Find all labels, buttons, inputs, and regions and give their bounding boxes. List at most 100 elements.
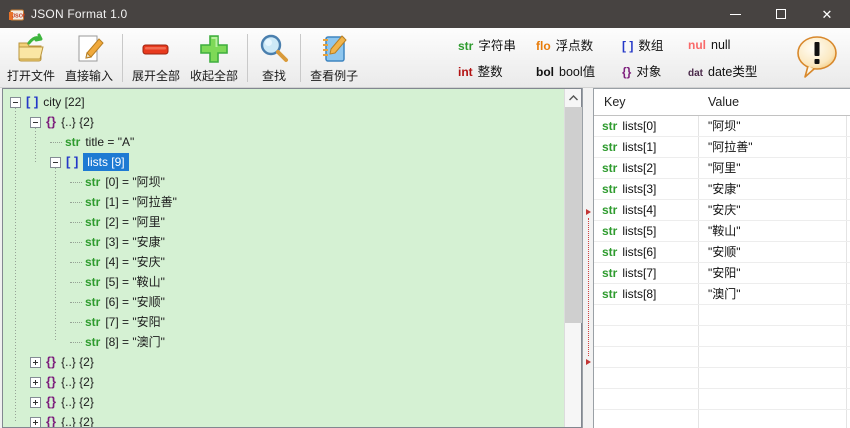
table-row[interactable]: str lists[6] "安顺" xyxy=(594,242,850,263)
type-tag: str xyxy=(602,161,618,175)
table-row[interactable]: str lists[2] "阿里" xyxy=(594,158,850,179)
legend-type-tag: dat xyxy=(688,68,703,79)
type-tag: str xyxy=(85,275,101,289)
type-legend: str 字符串 flo 浮点数 [ ] 数组 nul null int 整数 bol bool值 {} 对… xyxy=(458,32,780,84)
type-tag: str xyxy=(85,175,101,189)
expand-all-icon xyxy=(140,32,172,66)
tree-node-label: [7] = "安阳" xyxy=(105,315,165,329)
tree-node[interactable]: str [7] = "安阳" xyxy=(3,312,564,332)
scroll-up-icon[interactable] xyxy=(565,89,581,106)
value-cell: "澳门" xyxy=(708,287,741,301)
table-row[interactable]: str lists[4] "安庆" xyxy=(594,200,850,221)
splitter-arrow-icon xyxy=(586,359,591,365)
table-empty-row xyxy=(594,347,850,368)
expand-box-icon[interactable] xyxy=(30,397,41,409)
toolbar-separator xyxy=(300,33,302,82)
table-row[interactable]: str lists[7] "安阳" xyxy=(594,263,850,284)
panel-splitter[interactable] xyxy=(582,88,594,428)
key-cell: str lists[3] xyxy=(602,179,656,200)
type-tag: str xyxy=(85,335,101,349)
open-file-button[interactable]: 打开文件 xyxy=(2,30,60,86)
collapse-all-button[interactable]: 收起全部 xyxy=(185,30,243,86)
key-text: lists[7] xyxy=(622,266,657,280)
type-tag: str xyxy=(602,266,618,280)
tree-scrollbar[interactable] xyxy=(564,89,582,427)
tree-connector xyxy=(70,322,82,324)
tree-node[interactable]: str [1] = "阿拉善" xyxy=(3,192,564,212)
find-button[interactable]: 查找 xyxy=(252,30,296,86)
tree-connector xyxy=(70,342,82,344)
object-icon: {} xyxy=(46,354,57,369)
type-tag: str xyxy=(602,182,618,196)
tree-connector xyxy=(70,242,82,244)
table-row[interactable]: str lists[0] "阿坝" xyxy=(594,116,850,137)
tree-node-label: [5] = "鞍山" xyxy=(105,275,165,289)
collapse-box-icon[interactable] xyxy=(50,157,61,169)
legend-label: 整数 xyxy=(477,65,503,79)
key-cell: str lists[5] xyxy=(602,221,656,242)
collapse-box-icon[interactable] xyxy=(10,97,21,109)
key-text: lists[8] xyxy=(622,287,657,301)
tree-node[interactable]: str [5] = "鞍山" xyxy=(3,272,564,292)
view-examples-button[interactable]: 查看例子 xyxy=(305,30,363,86)
type-tag: str xyxy=(602,287,618,301)
key-cell: str lists[1] xyxy=(602,137,656,158)
collapse-box-icon[interactable] xyxy=(30,117,41,129)
expand-box-icon[interactable] xyxy=(30,417,41,427)
tree-node[interactable]: str [0] = "阿坝" xyxy=(3,172,564,192)
array-icon: [ ] xyxy=(66,154,79,169)
table-row[interactable]: str lists[1] "阿拉善" xyxy=(594,137,850,158)
key-text: lists[3] xyxy=(622,182,657,196)
tree-node[interactable]: str [3] = "安康" xyxy=(3,232,564,252)
key-text: lists[4] xyxy=(622,203,657,217)
value-cell: "安阳" xyxy=(708,266,741,280)
tree-node[interactable]: str title = "A" xyxy=(3,132,564,152)
tree-node[interactable]: str [4] = "安庆" xyxy=(3,252,564,272)
tree-node-label: {..} {2} xyxy=(61,415,94,427)
tree-node[interactable]: {} {..} {2} xyxy=(3,352,564,372)
tree-node-label: city [22] xyxy=(43,95,85,109)
expand-all-button[interactable]: 展开全部 xyxy=(127,30,185,86)
scrollbar-thumb[interactable] xyxy=(565,107,582,323)
expand-box-icon[interactable] xyxy=(30,357,41,369)
tree-node-label: [6] = "安顺" xyxy=(105,295,165,309)
type-tag: str xyxy=(602,140,618,154)
type-tag: str xyxy=(65,135,81,149)
object-icon: {} xyxy=(46,414,57,427)
table-row[interactable]: str lists[8] "澳门" xyxy=(594,284,850,305)
tree-node[interactable]: {} {..} {2} xyxy=(3,372,564,392)
maximize-button[interactable] xyxy=(758,0,804,28)
tree-node[interactable]: {} {..} {2} xyxy=(3,392,564,412)
tree-node-label: [2] = "阿里" xyxy=(105,215,165,229)
close-icon: ✕ xyxy=(821,6,833,22)
key-cell: str lists[4] xyxy=(602,200,656,221)
tree-node[interactable]: str [8] = "澳门" xyxy=(3,332,564,352)
close-button[interactable]: ✕ xyxy=(804,0,850,28)
direct-input-button[interactable]: 直接输入 xyxy=(60,30,118,86)
tree-node[interactable]: [ ] lists [9] xyxy=(3,152,564,172)
open-file-icon xyxy=(15,32,47,66)
legend-item: bol bool值 xyxy=(536,61,622,80)
tree-node[interactable]: [ ] city [22] xyxy=(3,92,564,112)
tree-node[interactable]: {} {..} {2} xyxy=(3,112,564,132)
about-button[interactable] xyxy=(794,32,840,84)
minimize-button[interactable] xyxy=(712,0,758,28)
legend-label: bool值 xyxy=(559,65,596,79)
type-tag: str xyxy=(85,295,101,309)
object-icon: {} xyxy=(46,114,57,129)
expand-box-icon[interactable] xyxy=(30,377,41,389)
grid-header: Key Value xyxy=(594,89,850,116)
table-row[interactable]: str lists[5] "鞍山" xyxy=(594,221,850,242)
toolbar-button-label: 直接输入 xyxy=(65,68,114,83)
tree-node[interactable]: str [2] = "阿里" xyxy=(3,212,564,232)
array-icon: [ ] xyxy=(26,94,39,109)
value-cell: "阿里" xyxy=(708,161,741,175)
table-row[interactable]: str lists[3] "安康" xyxy=(594,179,850,200)
toolbar-button-label: 查找 xyxy=(262,68,287,83)
legend-type-tag: bol xyxy=(536,65,554,79)
tree-node[interactable]: str [6] = "安顺" xyxy=(3,292,564,312)
tree-node[interactable]: {} {..} {2} xyxy=(3,412,564,427)
main-area: [ ] city [22] {} {..} {2} str title = "A" [ ] l… xyxy=(0,88,850,428)
tree-connector xyxy=(70,202,82,204)
toolbar-button-label: 展开全部 xyxy=(132,68,181,83)
